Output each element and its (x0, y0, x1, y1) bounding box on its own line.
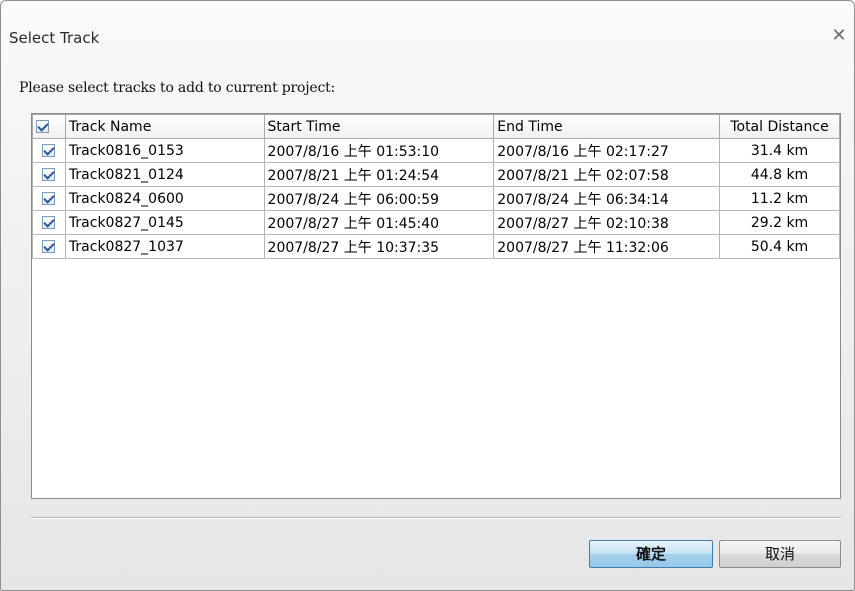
track-name-cell: Track0824_0600 (64, 186, 265, 211)
table-header-row: Track Name Start Time End Time Total Dis… (32, 114, 840, 139)
row-checkbox-cell[interactable] (32, 234, 66, 259)
distance-cell: 31.4 km (719, 138, 840, 163)
column-header-start-time[interactable]: Start Time (263, 114, 495, 139)
track-name-cell: Track0816_0153 (64, 138, 265, 163)
track-table: Track Name Start Time End Time Total Dis… (32, 114, 840, 259)
end-time-cell: 2007/8/16 上午 02:17:27 (493, 138, 721, 163)
row-checkbox-cell[interactable] (32, 186, 66, 211)
distance-cell: 44.8 km (719, 162, 840, 187)
instruction-text: Please select tracks to add to current p… (19, 80, 336, 96)
select-all-checkbox[interactable] (36, 120, 49, 133)
select-track-dialog: Select Track ✕ Please select tracks to a… (0, 0, 855, 591)
start-time-cell: 2007/8/16 上午 01:53:10 (263, 138, 495, 163)
table-row[interactable]: Track0827_1037 2007/8/27 上午 10:37:35 200… (32, 234, 840, 259)
ok-button[interactable]: 確定 (589, 540, 713, 568)
row-checkbox-cell[interactable] (32, 162, 66, 187)
table-row[interactable]: Track0827_0145 2007/8/27 上午 01:45:40 200… (32, 210, 840, 235)
table-row[interactable]: Track0816_0153 2007/8/16 上午 01:53:10 200… (32, 138, 840, 163)
distance-cell: 11.2 km (719, 186, 840, 211)
track-name-cell: Track0827_0145 (64, 210, 265, 235)
select-all-checkbox-cell[interactable] (32, 114, 66, 139)
start-time-cell: 2007/8/24 上午 06:00:59 (263, 186, 495, 211)
end-time-cell: 2007/8/24 上午 06:34:14 (493, 186, 721, 211)
end-time-cell: 2007/8/27 上午 11:32:06 (493, 234, 721, 259)
distance-cell: 50.4 km (719, 234, 840, 259)
track-name-cell: Track0827_1037 (64, 234, 265, 259)
column-header-end-time[interactable]: End Time (493, 114, 721, 139)
table-row[interactable]: Track0821_0124 2007/8/21 上午 01:24:54 200… (32, 162, 840, 187)
cancel-button[interactable]: 取消 (719, 540, 841, 568)
start-time-cell: 2007/8/21 上午 01:24:54 (263, 162, 495, 187)
table-row[interactable]: Track0824_0600 2007/8/24 上午 06:00:59 200… (32, 186, 840, 211)
close-icon[interactable]: ✕ (828, 25, 850, 47)
row-checkbox[interactable] (42, 240, 56, 253)
row-checkbox[interactable] (42, 168, 56, 181)
row-checkbox[interactable] (42, 216, 56, 229)
end-time-cell: 2007/8/21 上午 02:07:58 (493, 162, 721, 187)
track-list: Track Name Start Time End Time Total Dis… (31, 113, 841, 499)
column-header-total-distance[interactable]: Total Distance (719, 114, 840, 139)
row-checkbox[interactable] (42, 144, 56, 157)
title-bar: Select Track ✕ (1, 1, 854, 63)
distance-cell: 29.2 km (719, 210, 840, 235)
column-header-track-name[interactable]: Track Name (64, 114, 265, 139)
start-time-cell: 2007/8/27 上午 10:37:35 (263, 234, 495, 259)
track-name-cell: Track0821_0124 (64, 162, 265, 187)
end-time-cell: 2007/8/27 上午 02:10:38 (493, 210, 721, 235)
start-time-cell: 2007/8/27 上午 01:45:40 (263, 210, 495, 235)
row-checkbox-cell[interactable] (32, 138, 66, 163)
window-title: Select Track (9, 29, 100, 47)
row-checkbox-cell[interactable] (32, 210, 66, 235)
footer-divider (31, 517, 841, 519)
row-checkbox[interactable] (42, 192, 56, 205)
